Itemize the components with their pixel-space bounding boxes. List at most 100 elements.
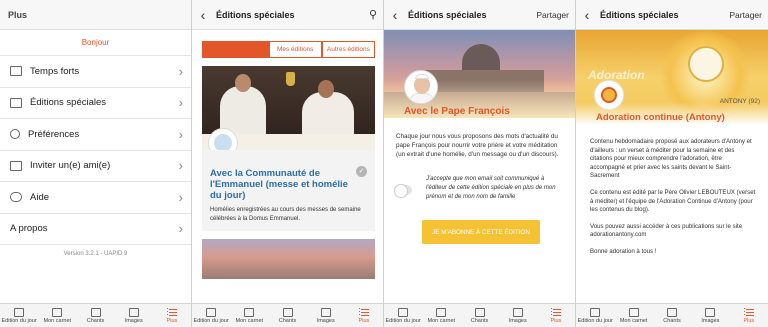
edition-author: ANTONY (92) xyxy=(719,98,760,105)
checkmark-icon: ✓ xyxy=(356,166,367,177)
pope-portrait xyxy=(404,70,438,104)
topbar: ‹ Éditions spéciales Partager xyxy=(576,0,768,30)
page-title: Éditions spéciales xyxy=(216,9,295,20)
music-icon xyxy=(474,307,485,317)
page-title: Éditions spéciales xyxy=(408,9,487,20)
tab-images[interactable]: Images xyxy=(115,304,153,327)
back-arrow-icon[interactable]: ‹ xyxy=(384,0,402,30)
menu-item-inviter[interactable]: Inviter un(e) ami(e) › xyxy=(0,151,191,182)
tab-label: Edition du jour xyxy=(1,317,37,324)
screen-adoration: ‹ Éditions spéciales Partager Adoration … xyxy=(576,0,768,327)
music-icon xyxy=(90,307,101,317)
menu-item-editions-speciales[interactable]: Éditions spéciales › xyxy=(0,88,191,119)
tab-label: Plus xyxy=(166,317,178,324)
tab-mon-carnet[interactable]: Mon carnet xyxy=(230,304,268,327)
tab-plus[interactable]: Plus xyxy=(730,304,768,327)
gift-icon xyxy=(10,160,22,171)
subscribe-button[interactable]: JE M'ABONNE À CETTE ÉDITION xyxy=(422,220,540,244)
newspaper-icon xyxy=(14,307,25,317)
segment-all[interactable] xyxy=(202,41,269,58)
music-icon xyxy=(667,307,678,317)
newspaper-icon xyxy=(206,307,217,317)
tab-edition-du-jour[interactable]: Edition du jour xyxy=(384,304,422,327)
topbar: Plus xyxy=(0,0,191,30)
music-icon xyxy=(282,307,293,317)
grid-list-icon xyxy=(10,66,22,77)
tab-mon-carnet[interactable]: Mon carnet xyxy=(614,304,652,327)
menu-item-label: A propos xyxy=(10,223,48,235)
tab-edition-du-jour[interactable]: Edition du jour xyxy=(192,304,230,327)
tab-bar: Edition du jour Mon carnet Chants Images… xyxy=(192,303,383,327)
hero-word: Adoration xyxy=(588,68,645,82)
tab-mon-carnet[interactable]: Mon carnet xyxy=(38,304,76,327)
notebook-icon xyxy=(244,307,255,317)
menu-item-label: Temps forts xyxy=(30,65,80,77)
image-icon xyxy=(320,307,331,317)
newspaper-icon xyxy=(590,307,601,317)
segment-autres-editions[interactable]: Autres éditions xyxy=(321,41,376,58)
tab-plus[interactable]: Plus xyxy=(537,304,575,327)
menu-item-label: Préférences xyxy=(28,128,80,140)
tab-mon-carnet[interactable]: Mon carnet xyxy=(422,304,460,327)
image-icon xyxy=(128,307,139,317)
version-text: Version 3.2.1 - UAPID 9 xyxy=(63,251,128,257)
tab-label: Images xyxy=(701,317,720,324)
menu-item-label: Aide xyxy=(30,191,50,203)
screen-plus: Plus Bonjour Temps forts › Éditions spéc… xyxy=(0,0,192,327)
tab-plus[interactable]: Plus xyxy=(153,304,191,327)
monstrance-logo-icon xyxy=(594,80,624,110)
edition-description: Chaque jour nous vous proposons des mots… xyxy=(396,133,559,158)
edition-description: Contenu hebdomadaire proposé aux adorate… xyxy=(576,124,768,257)
tab-label: Images xyxy=(124,317,143,324)
tab-chants[interactable]: Chants xyxy=(76,304,114,327)
tab-label: Edition du jour xyxy=(193,317,229,324)
segment-mes-editions[interactable]: Mes éditions xyxy=(268,41,322,58)
tab-label: Mon carnet xyxy=(427,317,456,324)
tab-images[interactable]: Images xyxy=(691,304,729,327)
menu-item-label: Inviter un(e) ami(e) xyxy=(30,160,111,172)
description-paragraph: Ce contenu est édité par le Père Olivier… xyxy=(590,188,756,214)
tab-edition-du-jour[interactable]: Edition du jour xyxy=(576,304,614,327)
tab-chants[interactable]: Chants xyxy=(653,304,691,327)
chevron-right-icon: › xyxy=(178,126,183,142)
edition-card-next[interactable] xyxy=(202,239,375,279)
topbar: ‹ Éditions spéciales Partager xyxy=(384,0,575,30)
tab-chants[interactable]: Chants xyxy=(268,304,306,327)
tab-label: Mon carnet xyxy=(43,317,72,324)
menu-item-aide[interactable]: Aide › xyxy=(0,182,191,214)
menu-item-preferences[interactable]: Préférences › xyxy=(0,119,191,151)
tab-label: Edition du jour xyxy=(577,317,613,324)
screen-editions-list: ‹ Éditions spéciales ⚲ Mes éditions Autr… xyxy=(192,0,384,327)
tab-label: Plus xyxy=(743,317,755,324)
edition-card[interactable]: Avec la Communauté de l'Emmanuel (messe … xyxy=(202,66,375,231)
tab-label: Edition du jour xyxy=(385,317,421,324)
menu-item-a-propos[interactable]: A propos › xyxy=(0,214,191,245)
image-icon xyxy=(512,307,523,317)
share-button[interactable]: Partager xyxy=(536,10,575,20)
topbar: ‹ Éditions spéciales ⚲ xyxy=(192,0,383,30)
tab-label: Mon carnet xyxy=(619,317,648,324)
back-arrow-icon[interactable]: ‹ xyxy=(192,0,210,30)
share-button[interactable]: Partager xyxy=(729,10,768,20)
edition-detail-content: Avec le Pape François Chaque jour nous v… xyxy=(384,30,575,303)
screens-strip: Plus Bonjour Temps forts › Éditions spéc… xyxy=(0,0,768,327)
tab-images[interactable]: Images xyxy=(499,304,537,327)
menu-item-temps-forts[interactable]: Temps forts › xyxy=(0,56,191,88)
tab-chants[interactable]: Chants xyxy=(460,304,498,327)
tab-plus[interactable]: Plus xyxy=(345,304,383,327)
card-description: Homélies enregistrées au cours des messe… xyxy=(210,207,361,222)
description-paragraph: Contenu hebdomadaire proposé aux adorate… xyxy=(590,138,752,180)
more-list-icon xyxy=(358,307,369,317)
back-arrow-icon[interactable]: ‹ xyxy=(576,0,594,30)
edition-title: Adoration continue (Antony) xyxy=(596,112,725,123)
search-icon[interactable]: ⚲ xyxy=(369,8,383,21)
segmented-control: Mes éditions Autres éditions xyxy=(202,41,376,58)
tab-label: Chants xyxy=(470,317,489,324)
tab-images[interactable]: Images xyxy=(307,304,345,327)
tab-edition-du-jour[interactable]: Edition du jour xyxy=(0,304,38,327)
page-title: Plus xyxy=(8,9,28,20)
card-body: Avec la Communauté de l'Emmanuel (messe … xyxy=(202,150,375,231)
menu-item-label: Éditions spéciales xyxy=(30,97,107,109)
consent-toggle[interactable] xyxy=(394,184,412,198)
tab-label: Plus xyxy=(550,317,562,324)
